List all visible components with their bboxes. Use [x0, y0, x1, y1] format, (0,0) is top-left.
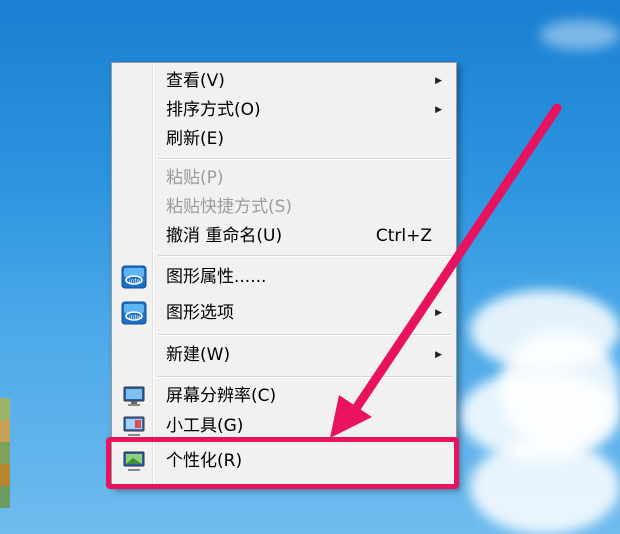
annotation-arrow-icon — [330, 103, 562, 438]
